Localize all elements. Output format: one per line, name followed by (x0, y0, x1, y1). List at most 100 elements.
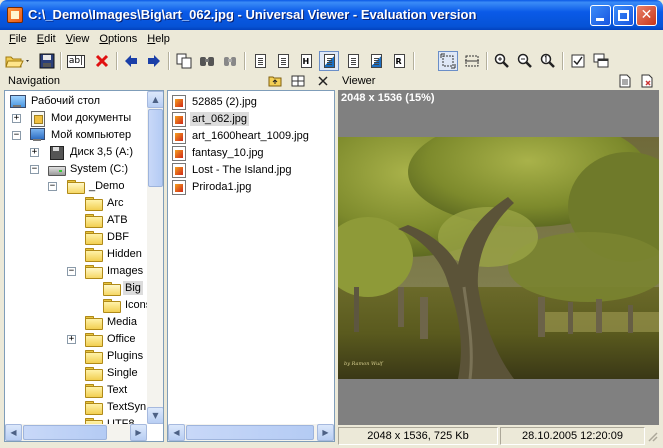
image-viewer[interactable]: 2048 x 1536 (15%) by Ramon Wulf (338, 90, 659, 425)
menu-options[interactable]: Options (94, 31, 142, 49)
collapse-icon[interactable]: − (67, 267, 76, 276)
tree-vertical-scrollbar[interactable]: ▲ ▼ (147, 91, 163, 424)
app-icon[interactable] (7, 7, 23, 23)
text-view-button[interactable] (250, 51, 270, 71)
collapse-icon[interactable]: − (48, 182, 57, 191)
folder-tree[interactable]: Рабочий стол + Мои документы − Мой компь… (4, 90, 164, 442)
copy-button[interactable] (174, 51, 194, 71)
scroll-thumb[interactable] (186, 425, 314, 440)
scroll-left-icon[interactable]: ◀ (168, 424, 185, 441)
scroll-right-icon[interactable]: ▶ (130, 424, 147, 441)
find-button[interactable] (197, 51, 217, 71)
media-view-icon (323, 54, 335, 68)
forward-button[interactable] (144, 51, 164, 71)
view-mode-icon (291, 75, 305, 87)
scroll-up-icon[interactable]: ▲ (147, 91, 163, 108)
hard-drive-icon (48, 162, 66, 176)
status-bar: 2048 x 1536, 725 Kb 28.10.2005 12:20:09 (338, 427, 659, 445)
media-view-button[interactable] (319, 51, 339, 71)
status-dimensions: 2048 x 1536, 725 Kb (338, 427, 498, 445)
minimize-button[interactable] (590, 5, 611, 26)
tree-horizontal-scrollbar[interactable]: ◀ ▶ (5, 424, 147, 441)
file-list[interactable]: 52885 (2).jpg art_062.jpg art_1600heart_… (167, 90, 335, 442)
document-view-button[interactable] (343, 51, 363, 71)
minimize-icon (596, 18, 604, 21)
expand-icon[interactable]: + (12, 114, 21, 123)
folder-icon (85, 248, 103, 262)
menu-help[interactable]: Help (142, 31, 175, 49)
viewer-properties-button[interactable] (640, 74, 654, 88)
folder-icon (103, 299, 121, 313)
actual-size-button[interactable] (538, 51, 558, 71)
close-icon: ✕ (640, 7, 653, 23)
jpg-file-icon (172, 163, 186, 178)
my-computer-icon (29, 128, 45, 142)
jpg-file-icon (172, 146, 186, 161)
find-next-button[interactable] (220, 51, 240, 71)
jpg-file-icon (172, 95, 186, 110)
scroll-left-icon[interactable]: ◀ (5, 424, 22, 441)
toolbar-separator (486, 52, 488, 70)
maximize-button[interactable] (613, 5, 634, 26)
folder-icon (85, 350, 103, 364)
zoom-in-button[interactable] (492, 51, 512, 71)
back-button[interactable] (121, 51, 141, 71)
folder-icon (85, 197, 103, 211)
toolbar-separator (116, 52, 118, 70)
folder-icon (85, 333, 103, 347)
window-button[interactable] (591, 51, 611, 71)
toolbar-separator (60, 52, 62, 70)
resize-grip-icon[interactable] (647, 431, 658, 443)
landscape-photo: by Ramon Wulf (338, 137, 659, 379)
toolbar-separator (562, 52, 564, 70)
zoom-out-icon (517, 53, 532, 68)
find-icon (200, 57, 214, 66)
viewer-document-button[interactable] (618, 74, 632, 88)
scroll-thumb[interactable] (23, 425, 107, 440)
floppy-drive-icon (48, 145, 64, 160)
app-window: C:\_Demo\Images\Big\art_062.jpg - Univer… (0, 0, 663, 448)
jpg-file-icon (172, 112, 186, 127)
actual-size-icon (540, 53, 555, 68)
binary-view-button[interactable] (273, 51, 293, 71)
maximize-icon (618, 10, 629, 21)
desktop-icon (9, 94, 26, 108)
back-arrow-icon (125, 55, 137, 67)
rtf-view-button[interactable] (389, 51, 409, 71)
fit-window-button[interactable] (438, 51, 458, 71)
expand-icon[interactable]: + (30, 148, 39, 157)
unicode-view-button[interactable] (366, 51, 386, 71)
folder-icon (85, 265, 103, 279)
jpg-file-icon (172, 129, 186, 144)
jpg-file-icon (172, 180, 186, 195)
menu-file[interactable]: File (4, 31, 32, 49)
file-horizontal-scrollbar[interactable]: ◀ ▶ (168, 424, 334, 441)
title-bar[interactable]: C:\_Demo\Images\Big\art_062.jpg - Univer… (0, 0, 663, 30)
up-folder-icon (268, 76, 282, 87)
text-mode-button[interactable]: ab| (66, 51, 86, 71)
scroll-thumb[interactable] (148, 109, 163, 187)
binary-view-icon (277, 54, 289, 68)
menu-edit[interactable]: Edit (32, 31, 61, 49)
hex-view-button[interactable] (296, 51, 316, 71)
fit-window-icon (440, 53, 456, 69)
open-folder-button[interactable] (4, 51, 32, 71)
fit-width-button[interactable] (462, 51, 482, 71)
options-button[interactable] (568, 51, 588, 71)
up-folder-button[interactable] (268, 74, 282, 88)
expand-icon[interactable]: + (67, 335, 76, 344)
scroll-down-icon[interactable]: ▼ (147, 407, 163, 424)
view-mode-button[interactable] (291, 74, 305, 88)
menu-view[interactable]: View (61, 31, 95, 49)
properties-icon (641, 74, 653, 88)
close-button[interactable]: ✕ (636, 5, 657, 26)
zoom-out-button[interactable] (515, 51, 535, 71)
collapse-icon[interactable]: − (30, 165, 39, 174)
close-panel-button[interactable] (316, 74, 330, 88)
collapse-icon[interactable]: − (12, 131, 21, 140)
save-button[interactable] (37, 51, 57, 71)
save-icon (39, 53, 55, 69)
delete-button[interactable] (92, 51, 112, 71)
document-view-icon (347, 54, 359, 68)
scroll-right-icon[interactable]: ▶ (317, 424, 334, 441)
